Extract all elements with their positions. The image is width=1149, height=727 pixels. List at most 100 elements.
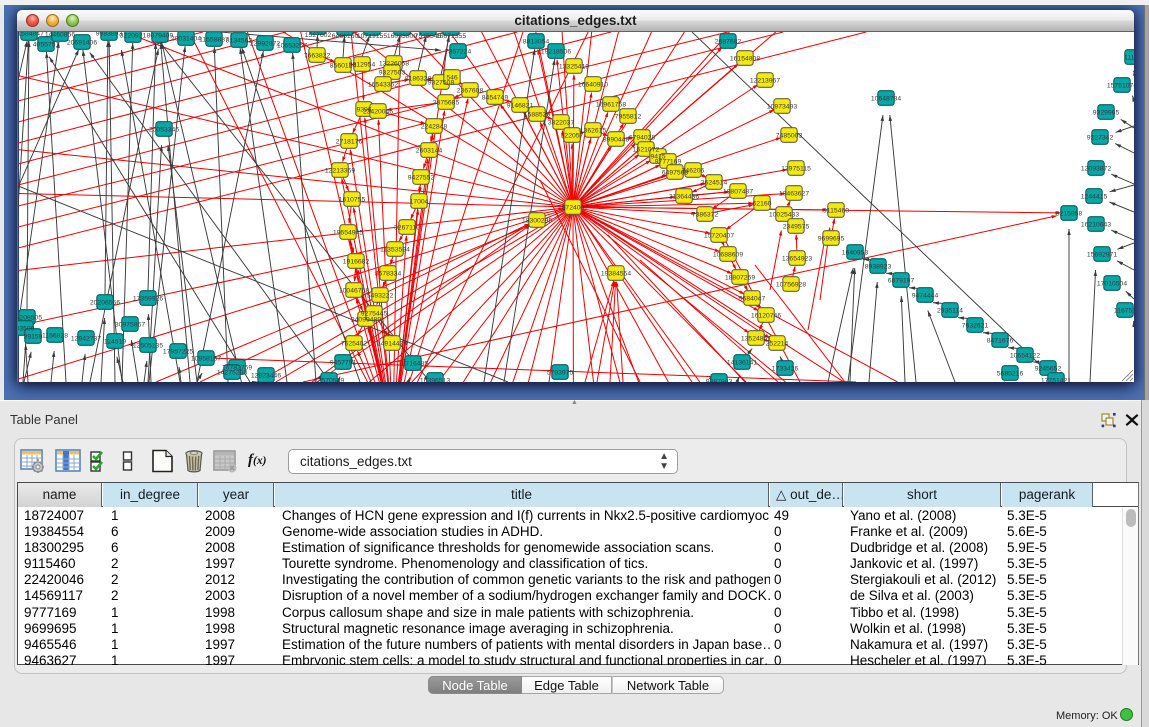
svg-text:8454749: 8454749 [482, 94, 509, 101]
svg-text:3215958: 3215958 [1056, 210, 1083, 217]
svg-text:22992872: 22992872 [250, 40, 280, 47]
svg-text:9115460: 9115460 [823, 207, 849, 214]
svg-text:18300295: 18300295 [522, 217, 552, 224]
svg-text:9227342: 9227342 [1087, 134, 1114, 141]
svg-text:8990448: 8990448 [603, 136, 630, 143]
svg-text:12505135: 12505135 [133, 342, 163, 349]
svg-text:7485003: 7485003 [776, 132, 803, 139]
svg-text:9777169: 9777169 [655, 158, 682, 165]
svg-text:21364436: 21364436 [669, 193, 699, 200]
svg-text:2603144: 2603144 [416, 147, 443, 154]
svg-text:16210643: 16210643 [1081, 221, 1111, 228]
svg-text:8813054: 8813054 [523, 38, 550, 45]
svg-text:16640910: 16640910 [578, 81, 608, 88]
svg-text:13325419: 13325419 [559, 63, 589, 70]
svg-text:114519: 114519 [104, 338, 126, 345]
svg-text:9474444: 9474444 [912, 292, 939, 299]
svg-text:1527602: 1527602 [305, 32, 332, 39]
svg-text:12942737: 12942737 [71, 335, 101, 342]
svg-text:9983893: 9983893 [96, 32, 123, 37]
svg-text:12213967: 12213967 [750, 77, 780, 84]
svg-text:1244415: 1244415 [1081, 193, 1108, 200]
svg-text:746206: 746206 [682, 167, 705, 174]
svg-text:2935114: 2935114 [937, 307, 963, 314]
svg-text:6466160: 6466160 [332, 33, 359, 40]
svg-text:10463627: 10463627 [779, 190, 809, 197]
svg-text:9327503: 9327503 [379, 69, 406, 76]
svg-text:62160: 62160 [753, 200, 772, 207]
svg-text:15751074: 15751074 [1107, 82, 1134, 89]
svg-text:9699695: 9699695 [818, 235, 845, 242]
svg-text:1733426: 1733426 [772, 365, 799, 372]
svg-text:16120746: 16120746 [751, 312, 781, 319]
svg-text:9457791: 9457791 [330, 359, 357, 366]
svg-text:30975867: 30975867 [115, 321, 145, 328]
svg-text:16396513: 16396513 [420, 377, 450, 382]
svg-text:10756928: 10756928 [776, 281, 806, 288]
svg-text:116753: 116753 [1114, 307, 1134, 314]
svg-text:6794028: 6794028 [629, 134, 656, 141]
svg-text:18724007: 18724007 [558, 204, 588, 211]
svg-text:2349575: 2349575 [783, 223, 810, 230]
svg-text:39159: 39159 [24, 333, 43, 340]
svg-text:11172: 11172 [1124, 54, 1134, 61]
svg-text:9427552: 9427552 [408, 174, 435, 181]
svg-text:17004: 17004 [410, 198, 429, 205]
svg-text:1640953: 1640953 [842, 249, 869, 256]
svg-text:9245652: 9245652 [1035, 365, 1062, 372]
svg-text:5493222: 5493222 [367, 292, 394, 299]
svg-text:11584847: 11584847 [18, 32, 44, 37]
svg-text:2718176: 2718176 [336, 138, 363, 145]
svg-text:14914479: 14914479 [377, 340, 407, 347]
svg-text:1588520: 1588520 [524, 111, 551, 118]
svg-text:13226058: 13226058 [379, 60, 409, 67]
svg-text:17957225: 17957225 [163, 348, 193, 355]
svg-text:22570529: 22570529 [314, 377, 344, 382]
svg-text:8938923: 8938923 [865, 263, 892, 270]
svg-text:7386372: 7386372 [692, 211, 719, 218]
svg-text:23420046: 23420046 [363, 108, 393, 115]
svg-text:10973493: 10973493 [767, 103, 797, 110]
svg-text:33509: 33509 [18, 325, 35, 332]
svg-text:17359926: 17359926 [133, 295, 163, 302]
svg-text:10654122: 10654122 [1010, 352, 1040, 359]
svg-text:12975115: 12975115 [781, 165, 811, 172]
svg-text:9684047: 9684047 [739, 295, 766, 302]
svg-text:1916682: 1916682 [343, 258, 370, 265]
svg-text:17010504: 17010504 [1097, 280, 1127, 287]
svg-text:546: 546 [446, 74, 458, 81]
svg-text:16154808: 16154808 [730, 55, 760, 62]
svg-text:13654923: 13654923 [782, 255, 812, 262]
svg-text:16671355: 16671355 [436, 33, 466, 40]
svg-text:10046768: 10046768 [339, 287, 369, 294]
svg-text:10688609: 10688609 [713, 251, 743, 258]
svg-text:2367608: 2367608 [457, 87, 484, 94]
svg-text:1362615: 1362615 [580, 127, 607, 134]
svg-text:10719155: 10719155 [357, 33, 387, 40]
svg-text:14275203: 14275203 [217, 369, 247, 376]
svg-text:19218506: 19218506 [541, 48, 571, 55]
svg-text:20691406: 20691406 [67, 39, 97, 46]
svg-text:9146821: 9146821 [507, 102, 534, 109]
svg-text:12923446: 12923446 [251, 372, 281, 379]
svg-text:16961758: 16961758 [596, 101, 626, 108]
svg-text:8134562: 8134562 [226, 37, 253, 44]
svg-text:6879197: 6879197 [888, 277, 915, 284]
svg-text:3822037: 3822037 [548, 119, 575, 126]
svg-text:3624514: 3624514 [701, 179, 728, 186]
svg-text:2687682: 2687682 [715, 38, 742, 45]
svg-text:11558837: 11558837 [199, 36, 229, 43]
svg-text:10958167: 10958167 [191, 355, 221, 362]
svg-text:12093872: 12093872 [1081, 165, 1111, 172]
svg-text:1610755: 1610755 [339, 196, 366, 203]
svg-text:11353594: 11353594 [380, 246, 410, 253]
svg-text:12213369: 12213369 [325, 167, 355, 174]
svg-text:3220921: 3220921 [120, 32, 147, 39]
svg-text:8079409: 8079409 [147, 32, 174, 39]
svg-text:16033809: 16033809 [387, 33, 417, 40]
svg-text:10653267: 10653267 [277, 42, 307, 49]
svg-text:10648784: 10648784 [871, 95, 901, 102]
svg-text:9275445: 9275445 [361, 310, 388, 317]
svg-text:15720407: 15720407 [704, 232, 734, 239]
svg-text:9329965: 9329965 [1093, 109, 1120, 116]
